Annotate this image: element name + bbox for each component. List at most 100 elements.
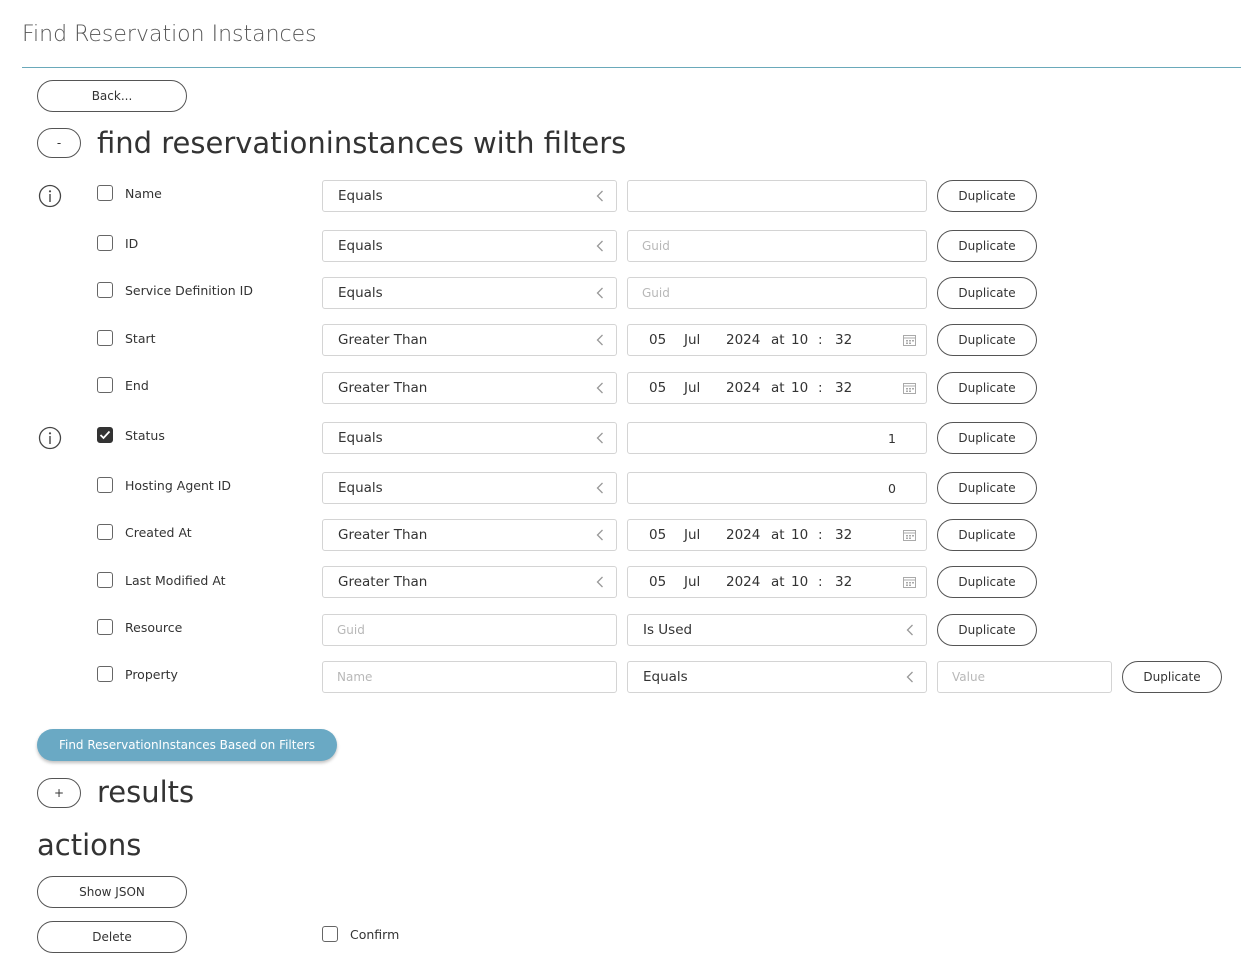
- date-month[interactable]: Jul: [684, 527, 700, 543]
- resource-guid-input[interactable]: Guid: [322, 614, 617, 646]
- label-service-definition-id: Service Definition ID: [125, 283, 253, 298]
- label-last-modified-at: Last Modified At: [125, 573, 226, 588]
- property-value-input[interactable]: Value: [937, 661, 1112, 693]
- filters-collapse-toggle[interactable]: -: [37, 128, 81, 158]
- operator-select-end[interactable]: Greater Than: [322, 372, 617, 404]
- time-separator: :: [818, 574, 823, 590]
- calendar-icon[interactable]: [903, 382, 916, 394]
- back-button[interactable]: Back...: [37, 80, 187, 112]
- date-year[interactable]: 2024: [726, 332, 760, 348]
- duplicate-button-service-definition-id[interactable]: Duplicate: [937, 277, 1037, 309]
- operator-select-created-at[interactable]: Greater Than: [322, 519, 617, 551]
- date-month[interactable]: Jul: [684, 380, 700, 396]
- operator-select-last-modified-at[interactable]: Greater Than: [322, 566, 617, 598]
- duplicate-button-created-at[interactable]: Duplicate: [937, 519, 1037, 551]
- chevron-left-icon: [596, 287, 603, 299]
- name-placeholder: Name: [337, 670, 373, 684]
- label-end: End: [125, 378, 149, 393]
- date-month[interactable]: Jul: [684, 332, 700, 348]
- duplicate-button-resource[interactable]: Duplicate: [937, 614, 1037, 646]
- time-minute[interactable]: 32: [835, 527, 852, 543]
- checkbox-service-definition-id[interactable]: [97, 282, 113, 298]
- status-number-input[interactable]: 1: [627, 422, 927, 454]
- time-hour[interactable]: 10: [791, 332, 808, 348]
- value-input-name[interactable]: [627, 180, 927, 212]
- duplicate-button-property[interactable]: Duplicate: [1122, 661, 1222, 693]
- calendar-icon[interactable]: [903, 529, 916, 541]
- time-hour[interactable]: 10: [791, 574, 808, 590]
- chevron-left-icon: [596, 382, 603, 394]
- time-hour[interactable]: 10: [791, 527, 808, 543]
- operator-value: Equals: [643, 669, 688, 685]
- status-value: 1: [888, 430, 896, 446]
- hosting-agent-id-number-input[interactable]: 0: [627, 472, 927, 504]
- duplicate-button-last-modified-at[interactable]: Duplicate: [937, 566, 1037, 598]
- date-day[interactable]: 05: [649, 527, 666, 543]
- delete-button[interactable]: Delete: [37, 921, 187, 953]
- label-id: ID: [125, 236, 139, 251]
- property-name-input[interactable]: Name: [322, 661, 617, 693]
- guid-input-service-definition-id[interactable]: Guid: [627, 277, 927, 309]
- guid-placeholder: Guid: [642, 286, 670, 300]
- date-day[interactable]: 05: [649, 574, 666, 590]
- date-month[interactable]: Jul: [684, 574, 700, 590]
- datetime-input-last-modified-at[interactable]: 05 Jul 2024 at 10 : 32: [627, 566, 927, 598]
- duplicate-button-start[interactable]: Duplicate: [937, 324, 1037, 356]
- date-year[interactable]: 2024: [726, 380, 760, 396]
- confirm-checkbox[interactable]: [322, 926, 338, 942]
- date-day[interactable]: 05: [649, 332, 666, 348]
- date-at: at: [771, 527, 785, 543]
- duplicate-button-status[interactable]: Duplicate: [937, 422, 1037, 454]
- operator-select-service-definition-id[interactable]: Equals: [322, 277, 617, 309]
- date-at: at: [771, 380, 785, 396]
- hosting-agent-id-value: 0: [888, 480, 896, 496]
- datetime-input-created-at[interactable]: 05 Jul 2024 at 10 : 32: [627, 519, 927, 551]
- operator-select-id[interactable]: Equals: [322, 230, 617, 262]
- operator-select-hosting-agent-id[interactable]: Equals: [322, 472, 617, 504]
- datetime-input-end[interactable]: 05 Jul 2024 at 10 : 32: [627, 372, 927, 404]
- resource-usage-select[interactable]: Is Used: [627, 614, 927, 646]
- time-minute[interactable]: 32: [835, 380, 852, 396]
- chevron-left-icon: [596, 334, 603, 346]
- checkbox-id[interactable]: [97, 235, 113, 251]
- datetime-input-start[interactable]: 05 Jul 2024 at 10 : 32: [627, 324, 927, 356]
- results-expand-toggle[interactable]: +: [37, 778, 81, 808]
- checkbox-resource[interactable]: [97, 619, 113, 635]
- checkbox-start[interactable]: [97, 330, 113, 346]
- info-icon[interactable]: [38, 426, 62, 450]
- date-year[interactable]: 2024: [726, 574, 760, 590]
- checkbox-name[interactable]: [97, 185, 113, 201]
- operator-select-property[interactable]: Equals: [627, 661, 927, 693]
- duplicate-button-end[interactable]: Duplicate: [937, 372, 1037, 404]
- operator-select-status[interactable]: Equals: [322, 422, 617, 454]
- page-title: Find Reservation Instances: [22, 22, 317, 47]
- show-json-button[interactable]: Show JSON: [37, 876, 187, 908]
- checkbox-hosting-agent-id[interactable]: [97, 477, 113, 493]
- info-icon[interactable]: [38, 184, 62, 208]
- find-button[interactable]: Find ReservationInstances Based on Filte…: [37, 729, 337, 761]
- checkbox-last-modified-at[interactable]: [97, 572, 113, 588]
- chevron-left-icon: [596, 529, 603, 541]
- operator-value: Greater Than: [338, 574, 428, 590]
- checkbox-end[interactable]: [97, 377, 113, 393]
- date-year[interactable]: 2024: [726, 527, 760, 543]
- label-status: Status: [125, 428, 165, 443]
- checkbox-status[interactable]: [97, 427, 113, 443]
- time-minute[interactable]: 32: [835, 574, 852, 590]
- checkbox-created-at[interactable]: [97, 524, 113, 540]
- guid-input-id[interactable]: Guid: [627, 230, 927, 262]
- time-minute[interactable]: 32: [835, 332, 852, 348]
- operator-select-name[interactable]: Equals: [322, 180, 617, 212]
- duplicate-button-id[interactable]: Duplicate: [937, 230, 1037, 262]
- operator-select-start[interactable]: Greater Than: [322, 324, 617, 356]
- calendar-icon[interactable]: [903, 576, 916, 588]
- date-day[interactable]: 05: [649, 380, 666, 396]
- chevron-left-icon: [906, 624, 913, 636]
- value-placeholder: Value: [952, 670, 985, 684]
- calendar-icon[interactable]: [903, 334, 916, 346]
- duplicate-button-hosting-agent-id[interactable]: Duplicate: [937, 472, 1037, 504]
- time-hour[interactable]: 10: [791, 380, 808, 396]
- label-property: Property: [125, 667, 178, 682]
- duplicate-button-name[interactable]: Duplicate: [937, 180, 1037, 212]
- checkbox-property[interactable]: [97, 666, 113, 682]
